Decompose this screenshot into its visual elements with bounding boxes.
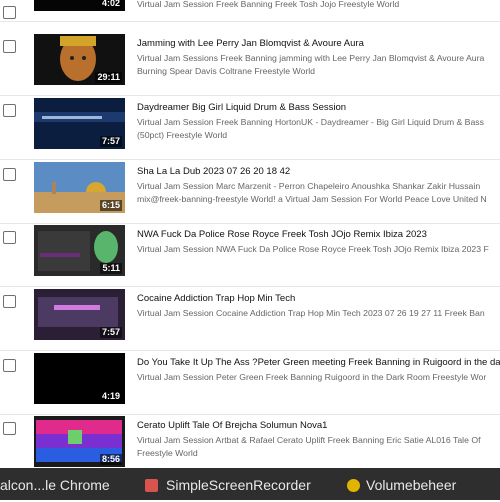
video-title[interactable]: Daydreamer Big Girl Liquid Drum & Bass S…: [137, 102, 500, 113]
video-checkbox[interactable]: [3, 295, 16, 308]
video-duration: 8:56: [99, 454, 122, 465]
video-description: Virtual Jam Session Marc Marzenit - Perr…: [137, 181, 487, 204]
video-duration: 7:57: [99, 327, 122, 338]
video-duration: 7:57: [99, 136, 122, 147]
taskbar-volume-label: Volumebeheer: [366, 477, 457, 493]
video-row[interactable]: 4:19 Do You Take It Up The Ass ?Peter Gr…: [0, 353, 500, 415]
recorder-icon: [145, 479, 158, 492]
taskbar-chrome-item[interactable]: alcon...le Chrome: [0, 468, 132, 500]
video-title[interactable]: NWA Fuck Da Police Rose Royce Freek Tosh…: [137, 229, 500, 240]
video-row[interactable]: 4:02 Virtual Jam Session Freek Banning F…: [0, 0, 500, 22]
video-description: Virtual Jam Session NWA Fuck Da Police R…: [137, 244, 489, 254]
video-row[interactable]: 7:57 Cocaine Addiction Trap Hop Min Tech…: [0, 289, 500, 351]
video-title[interactable]: Sha La La Dub 2023 07 26 20 18 42: [137, 166, 500, 177]
video-checkbox[interactable]: [3, 6, 16, 19]
video-title[interactable]: Do You Take It Up The Ass ?Peter Green m…: [137, 357, 500, 368]
video-thumbnail[interactable]: 8:56: [34, 416, 125, 467]
video-description: Virtual Jam Session Freek Banning Horton…: [137, 117, 484, 140]
video-row[interactable]: 7:57 Daydreamer Big Girl Liquid Drum & B…: [0, 98, 500, 160]
video-thumbnail[interactable]: 29:11: [34, 34, 125, 85]
video-thumbnail[interactable]: 5:11: [34, 225, 125, 276]
taskbar-volume-item[interactable]: Volumebeheer: [342, 468, 500, 500]
video-thumbnail[interactable]: 4:19: [34, 353, 125, 404]
video-description: Virtual Jam Session Peter Green Freek Ba…: [137, 372, 487, 382]
taskbar-chrome-label: alcon...le Chrome: [0, 477, 110, 493]
video-list: 4:02 Virtual Jam Session Freek Banning F…: [0, 0, 500, 468]
video-description: Virtual Jam Session Artbat & Rafael Cera…: [137, 435, 481, 458]
video-duration: 4:19: [99, 391, 122, 402]
video-checkbox[interactable]: [3, 104, 16, 117]
video-duration: 29:11: [95, 72, 122, 83]
video-row[interactable]: 8:56 Cerato Uplift Tale Of Brejcha Solum…: [0, 416, 500, 468]
video-thumbnail[interactable]: 6:15: [34, 162, 125, 213]
video-row[interactable]: 6:15 Sha La La Dub 2023 07 26 20 18 42 V…: [0, 162, 500, 224]
video-description: Virtual Jam Session Cocaine Addiction Tr…: [137, 308, 485, 318]
taskbar: alcon...le Chrome SimpleScreenRecorder V…: [0, 468, 500, 500]
video-description: Virtual Jam Session Freek Banning Freek …: [137, 0, 400, 9]
video-title[interactable]: Cerato Uplift Tale Of Brejcha Solumun No…: [137, 420, 500, 431]
video-duration: 6:15: [99, 200, 122, 211]
taskbar-recorder-item[interactable]: SimpleScreenRecorder: [140, 468, 330, 500]
video-duration: 4:02: [99, 0, 122, 9]
video-checkbox[interactable]: [3, 40, 16, 53]
video-description: Virtual Jam Sessions Freek Banning jammi…: [137, 53, 485, 76]
video-row[interactable]: 5:11 NWA Fuck Da Police Rose Royce Freek…: [0, 225, 500, 287]
volume-icon: [347, 479, 360, 492]
video-duration: 5:11: [100, 263, 122, 274]
video-checkbox[interactable]: [3, 359, 16, 372]
taskbar-recorder-label: SimpleScreenRecorder: [166, 477, 311, 493]
video-checkbox[interactable]: [3, 231, 16, 244]
video-row[interactable]: 29:11 Jamming with Lee Perry Jan Blomqvi…: [0, 34, 500, 96]
video-thumbnail[interactable]: 7:57: [34, 289, 125, 340]
video-title[interactable]: Jamming with Lee Perry Jan Blomqvist & A…: [137, 38, 500, 49]
video-thumbnail[interactable]: 7:57: [34, 98, 125, 149]
video-title[interactable]: Cocaine Addiction Trap Hop Min Tech: [137, 293, 500, 304]
video-thumbnail[interactable]: 4:02: [34, 0, 125, 11]
video-checkbox[interactable]: [3, 168, 16, 181]
video-checkbox[interactable]: [3, 422, 16, 435]
